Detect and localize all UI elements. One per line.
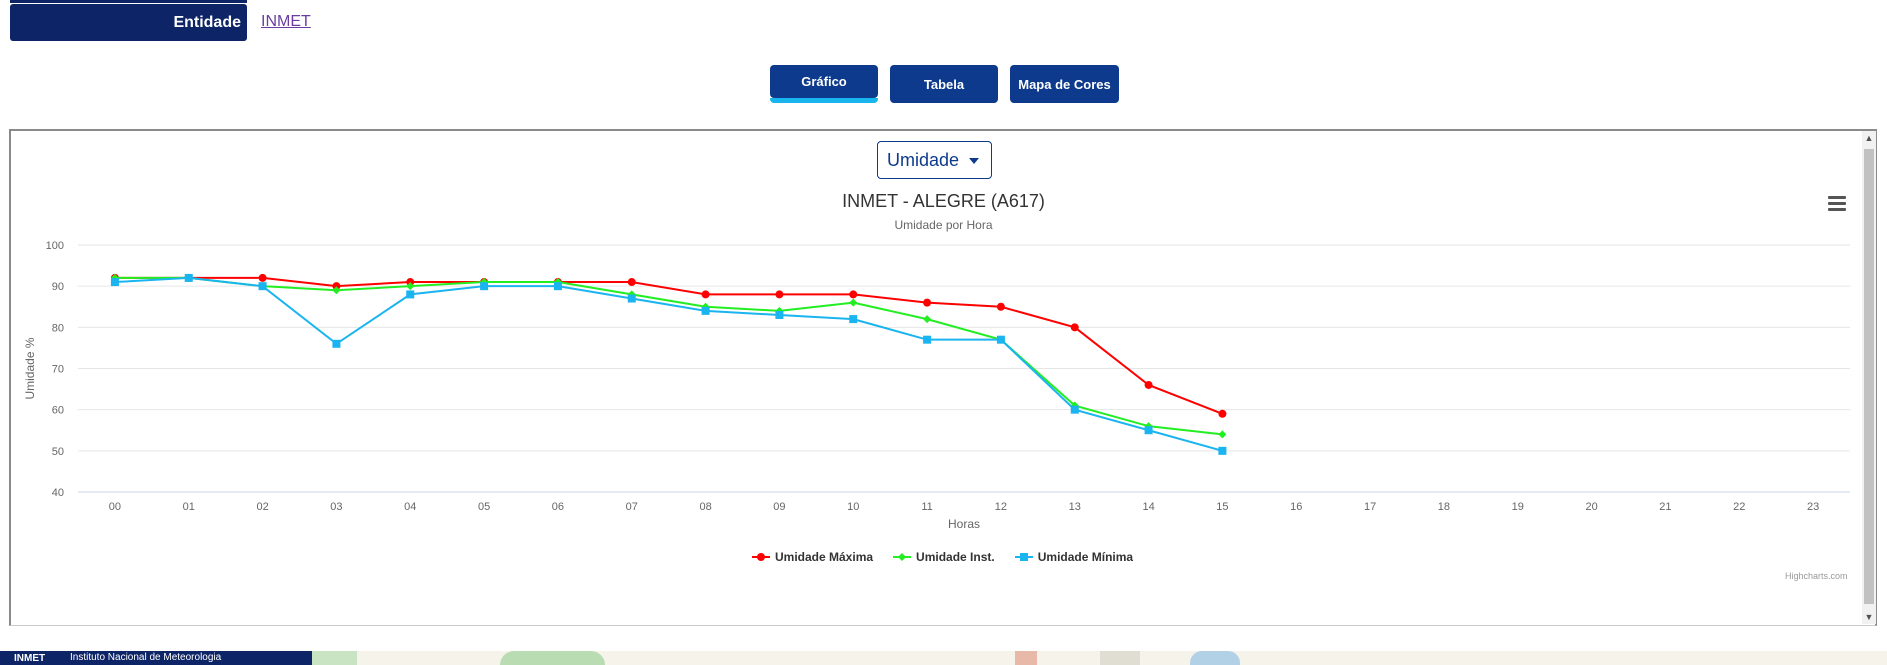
x-tick-label: 04 <box>404 501 416 513</box>
x-tick-label: 14 <box>1142 501 1154 513</box>
x-tick-label: 22 <box>1733 501 1745 513</box>
map-road <box>1015 651 1037 665</box>
x-tick-label: 20 <box>1585 501 1597 513</box>
x-tick-label: 12 <box>995 501 1007 513</box>
data-point <box>627 278 636 287</box>
data-point <box>1070 323 1079 332</box>
x-tick-label: 01 <box>183 501 195 513</box>
legend-label-inst: Umidade Inst. <box>916 550 995 564</box>
x-tick-label: 21 <box>1659 501 1671 513</box>
x-tick-label: 19 <box>1512 501 1524 513</box>
series-line <box>114 276 1223 452</box>
footer-brand-short: INMET <box>14 653 46 664</box>
data-point <box>775 290 784 299</box>
y-tick-label: 40 <box>52 487 64 499</box>
data-point <box>1070 405 1079 414</box>
y-tick-label: 70 <box>52 364 64 376</box>
legend-label-maxima: Umidade Máxima <box>775 550 874 564</box>
x-tick-label: 15 <box>1216 501 1228 513</box>
data-point <box>775 310 784 319</box>
legend-item-minima[interactable]: Umidade Mínima <box>1014 550 1134 564</box>
x-tick-label: 06 <box>552 501 564 513</box>
map-area <box>1100 651 1140 665</box>
y-tick-label: 50 <box>52 446 64 458</box>
x-tick-label: 03 <box>330 501 342 513</box>
data-point <box>553 282 562 291</box>
data-point <box>627 294 636 303</box>
data-point <box>1144 380 1153 389</box>
highcharts-credits[interactable]: Highcharts.com <box>1785 571 1848 581</box>
x-tick-label: 16 <box>1290 501 1302 513</box>
legend-label-minima: Umidade Mínima <box>1037 550 1134 564</box>
data-point <box>1218 446 1227 455</box>
x-tick-label: 05 <box>478 501 490 513</box>
data-point <box>258 273 267 282</box>
data-point <box>701 290 710 299</box>
data-point <box>996 302 1005 311</box>
legend-item-maxima[interactable]: Umidade Máxima <box>752 550 873 564</box>
y-tick-label: 90 <box>52 281 64 293</box>
x-tick-label: 23 <box>1807 501 1819 513</box>
map-water <box>1190 651 1240 665</box>
data-point <box>923 298 932 307</box>
data-point <box>480 282 489 291</box>
footer-brand-name: Instituto Nacional de Meteorologia <box>70 652 222 663</box>
footer-brand: INMET Instituto Nacional de Meteorologia <box>0 651 312 665</box>
data-point <box>1144 426 1153 435</box>
data-point <box>849 290 858 299</box>
chart-legend: Umidade Máxima Umidade Inst. Umidade Mín… <box>752 550 1133 564</box>
y-tick-label: 100 <box>46 240 64 252</box>
data-point <box>110 278 119 287</box>
data-point <box>258 282 267 291</box>
x-tick-label: 18 <box>1438 501 1450 513</box>
x-tick-label: 08 <box>699 501 711 513</box>
x-tick-label: 09 <box>773 501 785 513</box>
x-tick-label: 07 <box>626 501 638 513</box>
x-tick-label: 11 <box>921 501 932 513</box>
y-tick-label: 80 <box>52 322 64 334</box>
data-point <box>1218 430 1227 439</box>
x-tick-label: 10 <box>847 501 859 513</box>
map-area <box>500 651 605 665</box>
y-axis-title: Umidade % <box>23 337 37 399</box>
data-point <box>996 335 1005 344</box>
data-point <box>923 335 932 344</box>
data-point <box>406 290 415 299</box>
x-tick-label: 02 <box>256 501 268 513</box>
data-point <box>923 315 932 324</box>
data-point <box>849 315 858 324</box>
x-axis-title: Horas <box>948 517 980 531</box>
legend-item-inst[interactable]: Umidade Inst. <box>893 550 995 564</box>
footer-map-strip: INMET Instituto Nacional de Meteorologia <box>0 651 1887 665</box>
data-point <box>1218 409 1227 418</box>
x-tick-label: 00 <box>109 501 121 513</box>
x-tick-label: 13 <box>1069 501 1081 513</box>
map-area <box>312 651 357 665</box>
humidity-line-chart: 40 50 60 70 80 90 100 00 01 02 03 04 05 06 07 08 09 10 11 1… <box>23 240 1850 531</box>
data-point <box>701 306 710 315</box>
data-point <box>332 339 341 348</box>
data-point <box>184 273 193 282</box>
data-point <box>849 298 858 307</box>
x-tick-label: 17 <box>1364 501 1376 513</box>
y-tick-label: 60 <box>52 405 64 417</box>
